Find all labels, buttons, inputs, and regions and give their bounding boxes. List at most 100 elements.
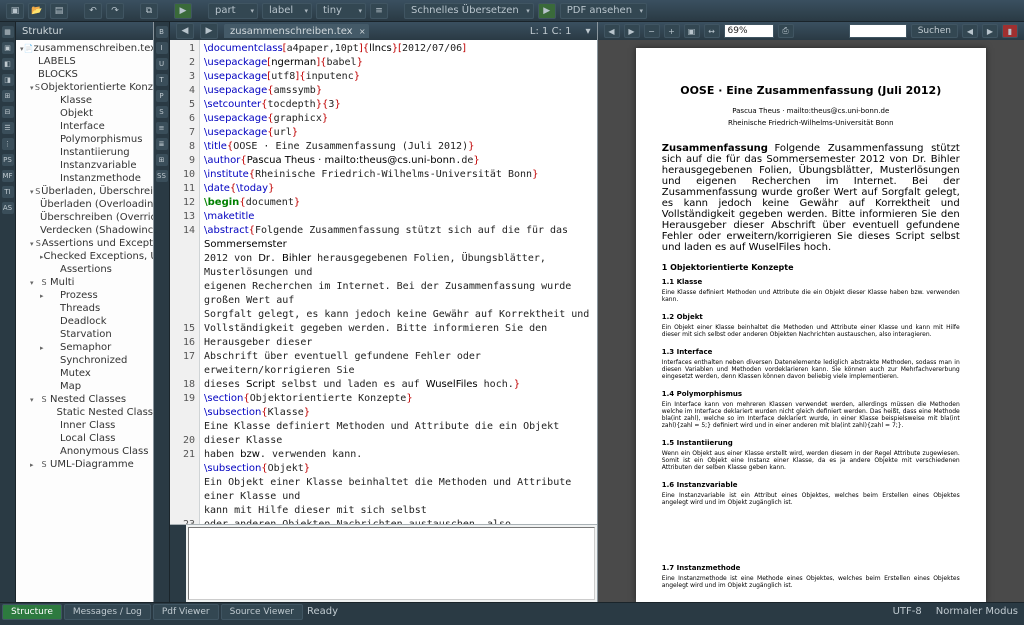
tree-node[interactable]: Interface [16,120,153,133]
pdf-text: Ein Interface kann von mehreren Klassen … [662,401,960,429]
tree-node[interactable]: Instanzvariable [16,159,153,172]
tree-node[interactable]: Map [16,380,153,393]
tree-node[interactable]: Verdecken (Shadowinc [16,224,153,237]
pdf-search-input[interactable] [849,24,907,38]
fit-width-icon[interactable]: ↔ [704,24,720,38]
mid-tool-strip: B I U T P S ≡ ≣ ⊞ SS [154,22,170,602]
zoom-out-icon[interactable]: − [644,24,660,38]
tree-node[interactable]: ▾SMulti [16,276,153,289]
italic-icon[interactable]: I [156,42,168,54]
underline-icon[interactable]: U [156,58,168,70]
tree-node[interactable]: ▾SAssertions und Except [16,237,153,250]
tree-node[interactable]: Klasse [16,94,153,107]
open-icon[interactable]: 📂 [28,3,46,19]
fit-icon[interactable]: ▣ [684,24,700,38]
editor-tab[interactable]: zusammenschreiben.tex × [224,24,369,38]
tool-icon[interactable]: ◨ [2,74,14,86]
tool-icon[interactable]: ≣ [156,138,168,150]
new-icon[interactable]: ▣ [6,3,24,19]
tool-icon[interactable]: TI [2,186,14,198]
pdf-text: Eine Klasse definiert Methoden und Attri… [662,289,960,303]
tree-node[interactable]: Local Class [16,432,153,445]
log-output[interactable] [188,527,595,600]
tool-icon[interactable]: S [156,106,168,118]
close-preview-icon[interactable]: ▮ [1002,24,1018,38]
prev-page-icon[interactable]: ◀ [604,24,620,38]
status-tab-messages[interactable]: Messages / Log [64,604,151,620]
build-icon[interactable]: ▶ [174,3,192,19]
tool-icon[interactable]: ⊞ [2,90,14,102]
run-icon[interactable]: ▶ [538,3,556,19]
tool-icon[interactable]: ▣ [2,42,14,54]
save-icon[interactable]: ▤ [50,3,68,19]
tool-icon[interactable]: ≡ [156,122,168,134]
tree-node[interactable]: ▸Checked Exceptions, U [16,250,153,263]
redo-icon[interactable]: ↷ [106,3,124,19]
zoom-in-icon[interactable]: + [664,24,680,38]
tree-node[interactable]: ▾SNested Classes [16,393,153,406]
tree-node[interactable]: Synchronized [16,354,153,367]
next-page-icon[interactable]: ▶ [624,24,640,38]
tab-nav-right-icon[interactable]: ▶ [200,23,218,39]
tool-icon[interactable]: ☰ [2,122,14,134]
tree-node[interactable]: Polymorphismus [16,133,153,146]
tree-node[interactable]: ▸Semaphor [16,341,153,354]
tree-node[interactable]: Mutex [16,367,153,380]
tree-node[interactable]: Objekt [16,107,153,120]
tool-icon[interactable]: PS [2,154,14,166]
status-tab-structure[interactable]: Structure [2,604,62,620]
tiny-combo[interactable]: tiny [316,3,366,19]
status-tab-pdfviewer[interactable]: Pdf Viewer [153,604,219,620]
tab-nav-left-icon[interactable]: ◀ [176,23,194,39]
viewpdf-combo[interactable]: PDF ansehen [560,3,647,19]
tree-node[interactable]: ▾SÜberladen, Überschrei [16,185,153,198]
tree-node[interactable]: Assertions [16,263,153,276]
cursor-position: L: 1 C: 1 [530,26,572,37]
tab-menu-icon[interactable]: ▾ [585,26,590,37]
status-tab-sourceviewer[interactable]: Source Viewer [221,604,303,620]
search-prev-icon[interactable]: ◀ [962,24,978,38]
tool-icon[interactable]: T [156,74,168,86]
code-editor[interactable]: \documentclass[a4paper,10pt]{llncs}[2012… [200,40,597,524]
translate-combo[interactable]: Schnelles Übersetzen [404,3,534,19]
tree-node[interactable]: Überladen (Overloadin [16,198,153,211]
line-gutter: 1234567891011121314 151617 1819 2021 232… [170,40,200,524]
tool-icon[interactable]: P [156,90,168,102]
pdf-text: Eine Instanzvariable ist ein Attribut ei… [662,492,960,506]
pdf-search-button[interactable]: Suchen [911,24,958,38]
tree-node[interactable]: ▾SObjektorientierte Konz [16,81,153,94]
tool-icon[interactable]: ⋮ [2,138,14,150]
editor-tab-label: zusammenschreiben.tex [230,26,353,37]
label-combo[interactable]: label [262,3,312,19]
print-icon[interactable]: ⎙ [778,24,794,38]
structure-tree[interactable]: ▾📄zusammenschreiben.texLABELSBLOCKS▾SObj… [16,40,153,602]
tool-icon[interactable]: ◧ [2,58,14,70]
tree-node[interactable]: Anonymous Class [16,445,153,458]
tool-icon[interactable]: ⊟ [2,106,14,118]
tree-node[interactable]: Deadlock [16,315,153,328]
search-next-icon[interactable]: ▶ [982,24,998,38]
zoom-level[interactable]: 69% [724,24,774,38]
bold-icon[interactable]: B [156,26,168,38]
undo-icon[interactable]: ↶ [84,3,102,19]
tree-node[interactable]: Instantiierung [16,146,153,159]
tool-icon[interactable]: SS [156,170,168,182]
tool-icon[interactable]: AS [2,202,14,214]
tree-node[interactable]: Threads [16,302,153,315]
part-combo[interactable]: part [208,3,258,19]
tool-icon[interactable]: ▦ [2,26,14,38]
tree-node[interactable]: Static Nested Class [16,406,153,419]
pdf-title: OOSE · Eine Zusammenfassung (Juli 2012) [662,84,960,97]
tree-node[interactable]: Starvation [16,328,153,341]
tree-node[interactable]: ▸Prozess [16,289,153,302]
tool-icon[interactable]: ⊞ [156,154,168,166]
copy-icon[interactable]: ⧉ [140,3,158,19]
close-icon[interactable]: × [359,27,366,36]
left-icon[interactable]: ≡ [370,3,388,19]
tree-node[interactable]: Inner Class [16,419,153,432]
tree-node[interactable]: ▸SUML-Diagramme [16,458,153,471]
pdf-viewport[interactable]: OOSE · Eine Zusammenfassung (Juli 2012) … [598,40,1024,602]
tree-node[interactable]: Überschreiben (Overric [16,211,153,224]
tool-icon[interactable]: MF [2,170,14,182]
tree-node[interactable]: Instanzmethode [16,172,153,185]
